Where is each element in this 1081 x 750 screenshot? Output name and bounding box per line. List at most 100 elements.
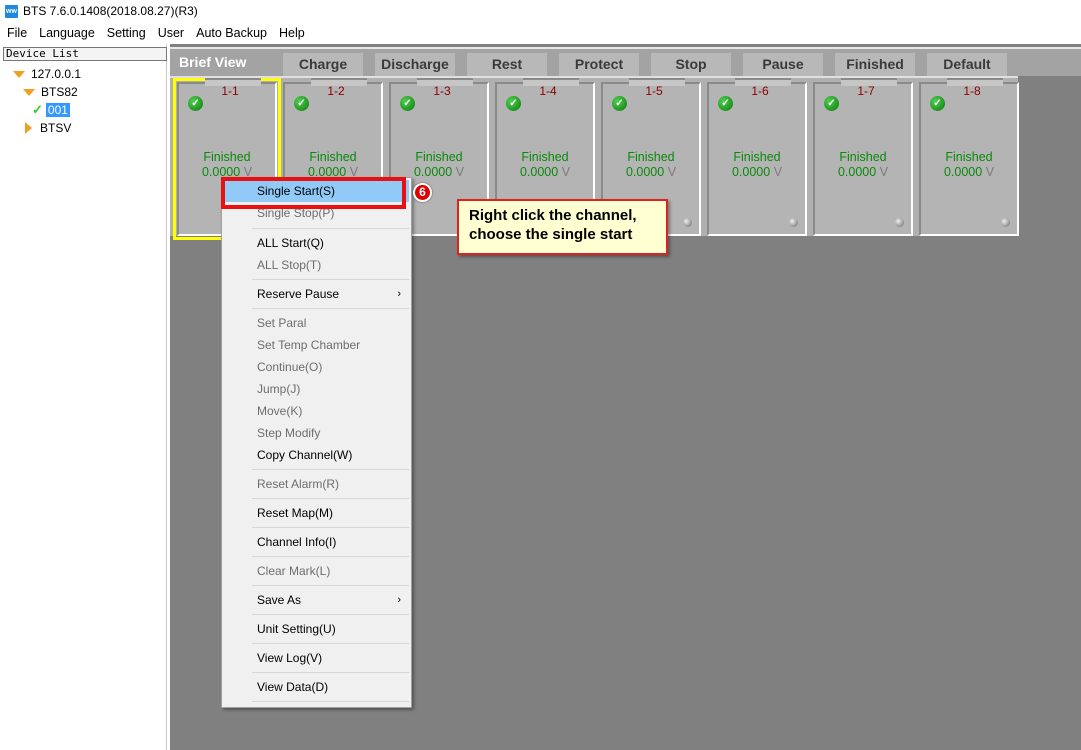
check-circle-icon: ✓: [824, 96, 839, 111]
menu-separator: [252, 228, 409, 229]
channel-status: Finished: [309, 150, 357, 164]
tab-default[interactable]: Default: [927, 53, 1007, 76]
channel-card[interactable]: 1-8 ✓ Finished 0.0000 V: [919, 78, 1019, 236]
channel-voltage: 0.0000 V: [921, 165, 1017, 179]
voltage-value: 0.0000: [519, 165, 559, 179]
menu-item-set-paral[interactable]: Set Paral: [224, 312, 409, 334]
menu-separator: [252, 643, 409, 644]
menu-item-all-stop[interactable]: ALL Stop(T): [224, 254, 409, 276]
collapse-arrow-icon[interactable]: [25, 122, 32, 134]
menu-item-jump[interactable]: Jump(J): [224, 378, 409, 400]
tab-rest[interactable]: Rest: [467, 53, 547, 76]
status-led-icon: [895, 218, 904, 227]
channel-status: Finished: [627, 150, 675, 164]
channel-card[interactable]: 1-7 ✓ Finished 0.0000 V: [813, 78, 913, 236]
channel-status: Finished: [203, 150, 251, 164]
annotation-callout: Right click the channel, choose the sing…: [457, 199, 668, 255]
tab-brief-view[interactable]: Brief View: [179, 54, 246, 70]
menu-separator: [252, 701, 409, 702]
voltage-value: 0.0000: [943, 165, 983, 179]
check-circle-icon: ✓: [612, 96, 627, 111]
menu-item-all-start[interactable]: ALL Start(Q): [224, 232, 409, 254]
voltage-value: 0.0000: [837, 165, 877, 179]
title-bar: ww BTS 7.6.0.1408(2018.08.27)(R3): [0, 0, 1081, 22]
menu-separator: [252, 308, 409, 309]
menu-file[interactable]: File: [0, 26, 33, 40]
channel-status: Finished: [839, 150, 887, 164]
menu-item-view-log[interactable]: View Log(V): [224, 647, 409, 669]
status-led-icon: [789, 218, 798, 227]
tab-protect[interactable]: Protect: [559, 53, 639, 76]
context-menu: Single Start(S) Single Stop(P) ALL Start…: [221, 177, 412, 708]
device-list-panel: Device List 127.0.0.1 BTS82 ✓ 001 BTSV: [0, 44, 167, 750]
menu-item-reset-map[interactable]: Reset Map(M): [224, 502, 409, 524]
expand-arrow-icon[interactable]: [13, 70, 25, 78]
check-circle-icon: ✓: [400, 96, 415, 111]
menu-help[interactable]: Help: [273, 26, 311, 40]
menu-item-reset-alarm[interactable]: Reset Alarm(R): [224, 473, 409, 495]
voltage-value: 0.0000: [731, 165, 771, 179]
menu-item-view-data[interactable]: View Data(D): [224, 676, 409, 698]
menu-separator: [252, 469, 409, 470]
tree-node-label: BTS82: [41, 85, 78, 99]
tab-finished[interactable]: Finished: [835, 53, 915, 76]
channel-card[interactable]: 1-6 ✓ Finished 0.0000 V: [707, 78, 807, 236]
tree-node-label: 001: [45, 103, 70, 117]
tree-node-host[interactable]: 127.0.0.1: [13, 66, 81, 82]
menu-item-copy-channel[interactable]: Copy Channel(W): [224, 444, 409, 466]
voltage-value: 0.0000: [413, 165, 453, 179]
voltage-value: 0.0000: [625, 165, 665, 179]
voltage-unit: V: [879, 165, 889, 179]
menu-item-move[interactable]: Move(K): [224, 400, 409, 422]
menu-separator: [252, 585, 409, 586]
submenu-arrow-icon: ›: [397, 594, 401, 606]
menu-auto-backup[interactable]: Auto Backup: [190, 26, 273, 40]
menu-item-label: Reserve Pause: [257, 287, 340, 301]
tree-node-label: 127.0.0.1: [31, 67, 82, 81]
menu-separator: [252, 672, 409, 673]
status-led-icon: [1001, 218, 1010, 227]
tree-node-001[interactable]: ✓ 001: [32, 102, 70, 118]
menu-item-step-modify[interactable]: Step Modify: [224, 422, 409, 444]
channel-voltage: 0.0000 V: [603, 165, 699, 179]
menu-separator: [252, 614, 409, 615]
channel-status: Finished: [733, 150, 781, 164]
channel-voltage: 0.0000 V: [815, 165, 911, 179]
tab-charge[interactable]: Charge: [283, 53, 363, 76]
voltage-unit: V: [985, 165, 995, 179]
tree-node-btsv[interactable]: BTSV: [23, 120, 71, 136]
menu-item-channel-info[interactable]: Channel Info(I): [224, 531, 409, 553]
channel-voltage: 0.0000 V: [497, 165, 593, 179]
menu-separator: [252, 279, 409, 280]
step-number-badge: 6: [413, 183, 432, 202]
tree-node-bts82[interactable]: BTS82: [23, 84, 78, 100]
channel-status: Finished: [415, 150, 463, 164]
voltage-unit: V: [773, 165, 783, 179]
device-list-header: Device List: [3, 47, 167, 61]
menu-item-reserve-pause[interactable]: Reserve Pause ›: [224, 283, 409, 305]
check-circle-icon: ✓: [188, 96, 203, 111]
status-led-icon: [683, 218, 692, 227]
menu-item-label: Save As: [257, 593, 302, 607]
menu-user[interactable]: User: [152, 26, 190, 40]
tab-stop[interactable]: Stop: [651, 53, 731, 76]
check-circle-icon: ✓: [294, 96, 309, 111]
check-circle-icon: ✓: [506, 96, 521, 111]
expand-arrow-icon[interactable]: [23, 88, 35, 96]
menu-item-set-temp-chamber[interactable]: Set Temp Chamber: [224, 334, 409, 356]
menu-item-continue[interactable]: Continue(O): [224, 356, 409, 378]
tab-pause[interactable]: Pause: [743, 53, 823, 76]
tab-discharge[interactable]: Discharge: [375, 53, 455, 76]
menu-item-unit-setting[interactable]: Unit Setting(U): [224, 618, 409, 640]
menu-separator: [252, 527, 409, 528]
menu-item-save-as[interactable]: Save As ›: [224, 589, 409, 611]
channel-status: Finished: [521, 150, 569, 164]
view-tab-bar: Brief View Charge Discharge Rest Protect…: [170, 47, 1081, 76]
menu-item-clear-mark[interactable]: Clear Mark(L): [224, 560, 409, 582]
callout-line: Right click the channel,: [469, 207, 637, 224]
menu-language[interactable]: Language: [33, 26, 101, 40]
tree-node-label: BTSV: [40, 121, 72, 135]
menu-setting[interactable]: Setting: [101, 26, 152, 40]
menu-separator: [252, 498, 409, 499]
window-title: BTS 7.6.0.1408(2018.08.27)(R3): [23, 4, 198, 18]
